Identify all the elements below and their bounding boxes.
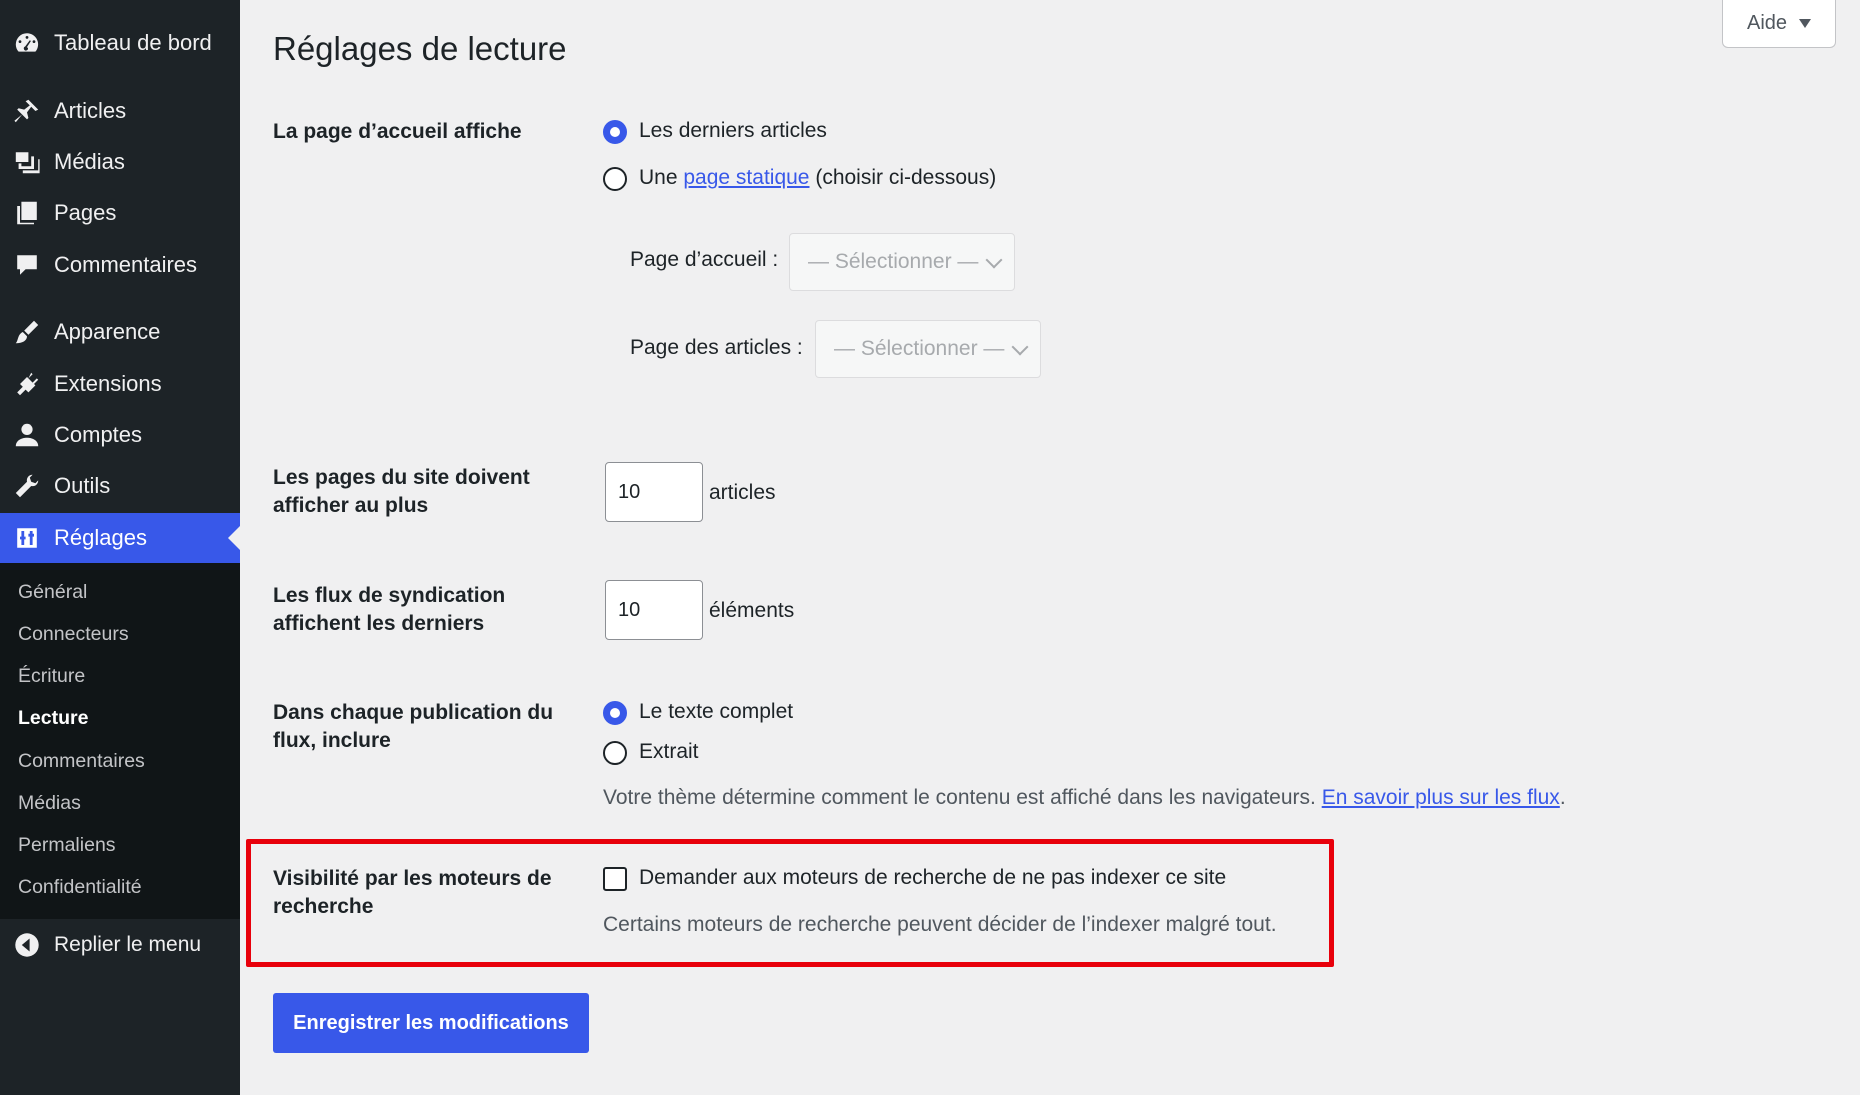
sidebar-item-label: Outils	[54, 473, 111, 498]
radio-excerpt[interactable]	[603, 741, 627, 765]
sidebar-item-label: Médias	[54, 149, 125, 174]
sidebar-item-label: Pages	[54, 200, 117, 225]
sidebar-item-dashboard[interactable]: Tableau de bord	[0, 18, 240, 68]
radio-full-text-label: Le texte complet	[639, 700, 794, 723]
radio-excerpt-label: Extrait	[639, 740, 699, 763]
sidebar-item-extensions[interactable]: Extensions	[0, 359, 240, 409]
submenu-item-ecriture[interactable]: Écriture	[18, 665, 85, 688]
radio-static-page-label: Une page statique (choisir ci-dessous)	[639, 166, 996, 190]
homepage-displays-label: La page d’accueil affiche	[273, 120, 522, 143]
submenu-item-general[interactable]: Général	[18, 581, 87, 604]
submenu-item-connecteurs[interactable]: Connecteurs	[18, 623, 129, 646]
radio-static-page[interactable]	[603, 167, 627, 191]
front-page-select-value: — Sélectionner —	[808, 250, 979, 273]
static-suffix: (choisir ci-dessous)	[815, 166, 997, 189]
feed-content-label: Dans chaque publication du flux, inclure	[273, 699, 553, 755]
collapse-label: Replier le menu	[54, 933, 202, 956]
sidebar-item-label: Réglages	[54, 525, 147, 550]
sidebar-item-apparence[interactable]: Apparence	[0, 307, 240, 357]
plugin-icon	[12, 369, 42, 399]
feed-content-label-line2: flux, inclure	[273, 729, 391, 752]
settings-submenu: Général Connecteurs Écriture Lecture Com…	[0, 563, 240, 919]
search-visibility-label-line1: Visibilité par les moteurs de	[273, 867, 552, 890]
feed-items-input[interactable]	[605, 580, 703, 640]
discourage-search-engines-label: Demander aux moteurs de recherche de ne …	[639, 866, 1227, 889]
radio-latest-posts-label: Les derniers articles	[639, 119, 827, 142]
static-prefix: Une	[639, 166, 678, 189]
posts-per-page-label: Les pages du site doivent afficher au pl…	[273, 464, 530, 520]
admin-sidebar: Tableau de bord Articles Médias Pages Co…	[0, 0, 240, 1095]
feed-description-end: .	[1559, 786, 1566, 809]
feed-description-text: Votre thème détermine comment le contenu…	[603, 786, 1316, 809]
learn-more-feeds-link[interactable]: En savoir plus sur les flux	[1322, 786, 1560, 809]
search-visibility-label-line2: recherche	[273, 895, 374, 918]
sidebar-item-pages[interactable]: Pages	[0, 188, 240, 238]
collapse-menu-button[interactable]: Replier le menu	[0, 925, 240, 965]
sidebar-item-label: Articles	[54, 98, 127, 123]
posts-per-page-label-line2: afficher au plus	[273, 494, 429, 517]
front-page-label: Page d’accueil :	[630, 248, 779, 271]
search-visibility-description: Certains moteurs de recherche peuvent dé…	[603, 913, 1277, 936]
sidebar-item-medias[interactable]: Médias	[0, 137, 240, 187]
feed-content-label-line1: Dans chaque publication du	[273, 701, 554, 724]
pages-icon	[12, 198, 42, 228]
radio-full-text[interactable]	[603, 701, 627, 725]
posts-page-select-value: — Sélectionner —	[834, 337, 1005, 360]
front-page-select[interactable]: — Sélectionner —	[789, 233, 1015, 291]
feed-items-label-line2: affichent les derniers	[273, 612, 485, 635]
sidebar-item-articles[interactable]: Articles	[0, 86, 240, 136]
sidebar-item-label: Comptes	[54, 422, 143, 447]
dashboard-icon	[12, 28, 42, 58]
feed-description: Votre thème détermine comment le contenu…	[603, 786, 1566, 810]
submenu-item-lecture[interactable]: Lecture	[18, 707, 88, 730]
submenu-item-commentaires[interactable]: Commentaires	[18, 750, 145, 773]
active-indicator	[228, 526, 240, 550]
collapse-icon	[12, 930, 42, 960]
media-icon	[12, 147, 42, 177]
sidebar-item-label: Extensions	[54, 371, 162, 396]
discourage-search-engines-checkbox[interactable]	[603, 867, 627, 891]
posts-page-select[interactable]: — Sélectionner —	[815, 320, 1041, 378]
sidebar-item-label: Apparence	[54, 319, 161, 344]
posts-per-page-input[interactable]	[605, 462, 703, 522]
help-label: Aide	[1746, 12, 1788, 34]
brush-icon	[12, 317, 42, 347]
chevron-down-icon	[985, 251, 1003, 269]
submenu-item-medias[interactable]: Médias	[18, 792, 81, 815]
sidebar-item-comptes[interactable]: Comptes	[0, 410, 240, 460]
feed-items-label-line1: Les flux de syndication	[273, 584, 506, 607]
help-button[interactable]: Aide	[1722, 0, 1836, 48]
pin-icon	[12, 96, 42, 126]
feed-items-label: Les flux de syndication affichent les de…	[273, 582, 505, 638]
search-visibility-label: Visibilité par les moteurs de recherche	[273, 865, 552, 921]
sidebar-item-label: Tableau de bord	[54, 30, 212, 55]
posts-per-page-unit: articles	[709, 481, 776, 504]
user-icon	[12, 420, 42, 450]
sidebar-item-reglages[interactable]: Réglages	[0, 513, 240, 563]
page-title: Réglages de lecture	[273, 30, 567, 67]
save-changes-button[interactable]: Enregistrer les modifications	[273, 993, 589, 1053]
posts-per-page-label-line1: Les pages du site doivent	[273, 466, 530, 489]
wrench-icon	[12, 471, 42, 501]
comment-icon	[12, 250, 42, 280]
static-page-link[interactable]: page statique	[683, 166, 809, 189]
sidebar-item-label: Commentaires	[54, 252, 198, 277]
chevron-down-icon	[1011, 338, 1029, 356]
settings-icon	[12, 523, 42, 553]
radio-latest-posts[interactable]	[603, 120, 627, 144]
submenu-item-permaliens[interactable]: Permaliens	[18, 834, 116, 857]
caret-down-icon	[1799, 19, 1812, 28]
feed-items-unit: éléments	[709, 599, 795, 622]
posts-page-label: Page des articles :	[630, 336, 803, 359]
sidebar-item-outils[interactable]: Outils	[0, 461, 240, 511]
submenu-item-confidentialite[interactable]: Confidentialité	[18, 876, 142, 899]
sidebar-item-commentaires[interactable]: Commentaires	[0, 240, 240, 290]
